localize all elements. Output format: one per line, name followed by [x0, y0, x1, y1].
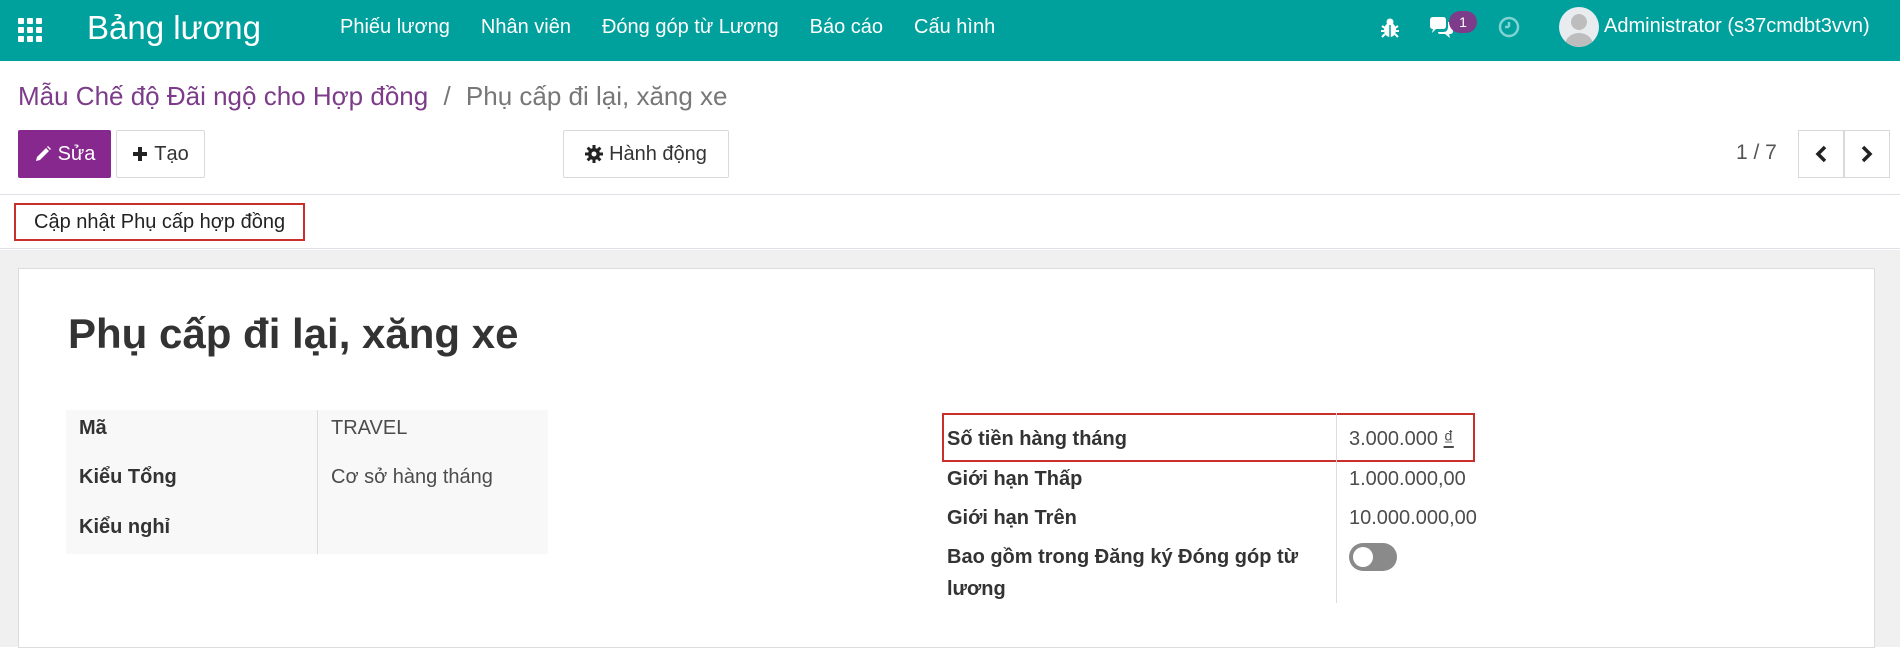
edit-button[interactable]: Sửa [18, 130, 111, 178]
breadcrumb-current: Phụ cấp đi lại, xăng xe [465, 81, 728, 111]
menu-item-configuration[interactable]: Cấu hình [914, 16, 995, 39]
include-in-contribution-label-line1: Bao gồm trong Đăng ký Đóng góp từ [947, 546, 1299, 568]
record-title[interactable]: Phụ cấp đi lại, xăng xe [68, 310, 518, 358]
menu-item-employees[interactable]: Nhân viên [481, 16, 571, 39]
gear-icon [585, 145, 604, 163]
action-button[interactable]: Hành động [563, 130, 729, 178]
pager-value[interactable]: 1 / 7 [1736, 141, 1777, 165]
menu-item-reports[interactable]: Báo cáo [810, 16, 883, 39]
currency-symbol: ₫ [1443, 428, 1454, 450]
menu-item-contributions[interactable]: Đóng góp từ Lương [602, 16, 779, 39]
code-value[interactable]: TRAVEL [331, 417, 407, 440]
monthly-amount-value[interactable]: 3.000.000 ₫ [1349, 428, 1454, 451]
leave-type-label: Kiểu nghỉ [79, 516, 171, 538]
create-button[interactable]: Tạo [116, 130, 205, 178]
edit-button-label: Sửa [57, 142, 96, 165]
form-statusbar: Cập nhật Phụ cấp hợp đồng [0, 194, 1900, 249]
total-type-value[interactable]: Cơ sở hàng tháng [331, 466, 493, 489]
message-count-badge: 1 [1449, 11, 1477, 33]
update-contract-allowance-button[interactable]: Cập nhật Phụ cấp hợp đồng [14, 203, 306, 241]
breadcrumb-separator: / [443, 81, 451, 111]
clock-icon[interactable] [1497, 15, 1521, 39]
include-in-contribution-label-line2: lương [947, 578, 1006, 600]
user-avatar[interactable] [1559, 7, 1599, 47]
main-menu: Phiếu lương Nhân viên Đóng góp từ Lương … [340, 16, 1026, 39]
top-navbar: Bảng lương Phiếu lương Nhân viên Đóng gó… [0, 0, 1900, 61]
bug-icon[interactable] [1380, 17, 1400, 39]
breadcrumb-parent[interactable]: Mẫu Chế độ Đãi ngộ cho Hợp đồng [18, 81, 428, 111]
pencil-icon [35, 146, 51, 161]
upper-limit-label: Giới hạn Trên [947, 507, 1077, 529]
pager-previous-button[interactable] [1798, 130, 1844, 178]
apps-menu-icon[interactable] [18, 18, 42, 42]
right-group-divider [1336, 413, 1337, 603]
code-label: Mã [79, 417, 107, 439]
create-button-label: Tạo [154, 142, 189, 165]
pager-next-button[interactable] [1844, 130, 1890, 178]
breadcrumb: Mẫu Chế độ Đãi ngộ cho Hợp đồng / Phụ cấ… [18, 81, 728, 112]
toggle-knob [1353, 547, 1373, 567]
plus-icon [133, 147, 148, 161]
lower-limit-label: Giới hạn Thấp [947, 468, 1083, 490]
monthly-amount-label: Số tiền hàng tháng [947, 428, 1127, 450]
total-type-label: Kiểu Tổng [79, 466, 177, 488]
action-button-label: Hành động [609, 142, 707, 165]
menu-item-payslips[interactable]: Phiếu lương [340, 16, 450, 39]
monthly-amount-number: 3.000.000 [1349, 428, 1438, 450]
chevron-right-icon [1861, 145, 1873, 163]
user-name[interactable]: Administrator (s37cmdbt3vvn) [1604, 15, 1870, 38]
app-brand[interactable]: Bảng lương [87, 9, 261, 47]
upper-limit-value[interactable]: 10.000.000,00 [1349, 507, 1477, 530]
chevron-left-icon [1815, 145, 1827, 163]
include-in-contribution-toggle[interactable] [1349, 543, 1397, 571]
lower-limit-value[interactable]: 1.000.000,00 [1349, 468, 1466, 491]
left-group-divider [317, 410, 318, 554]
